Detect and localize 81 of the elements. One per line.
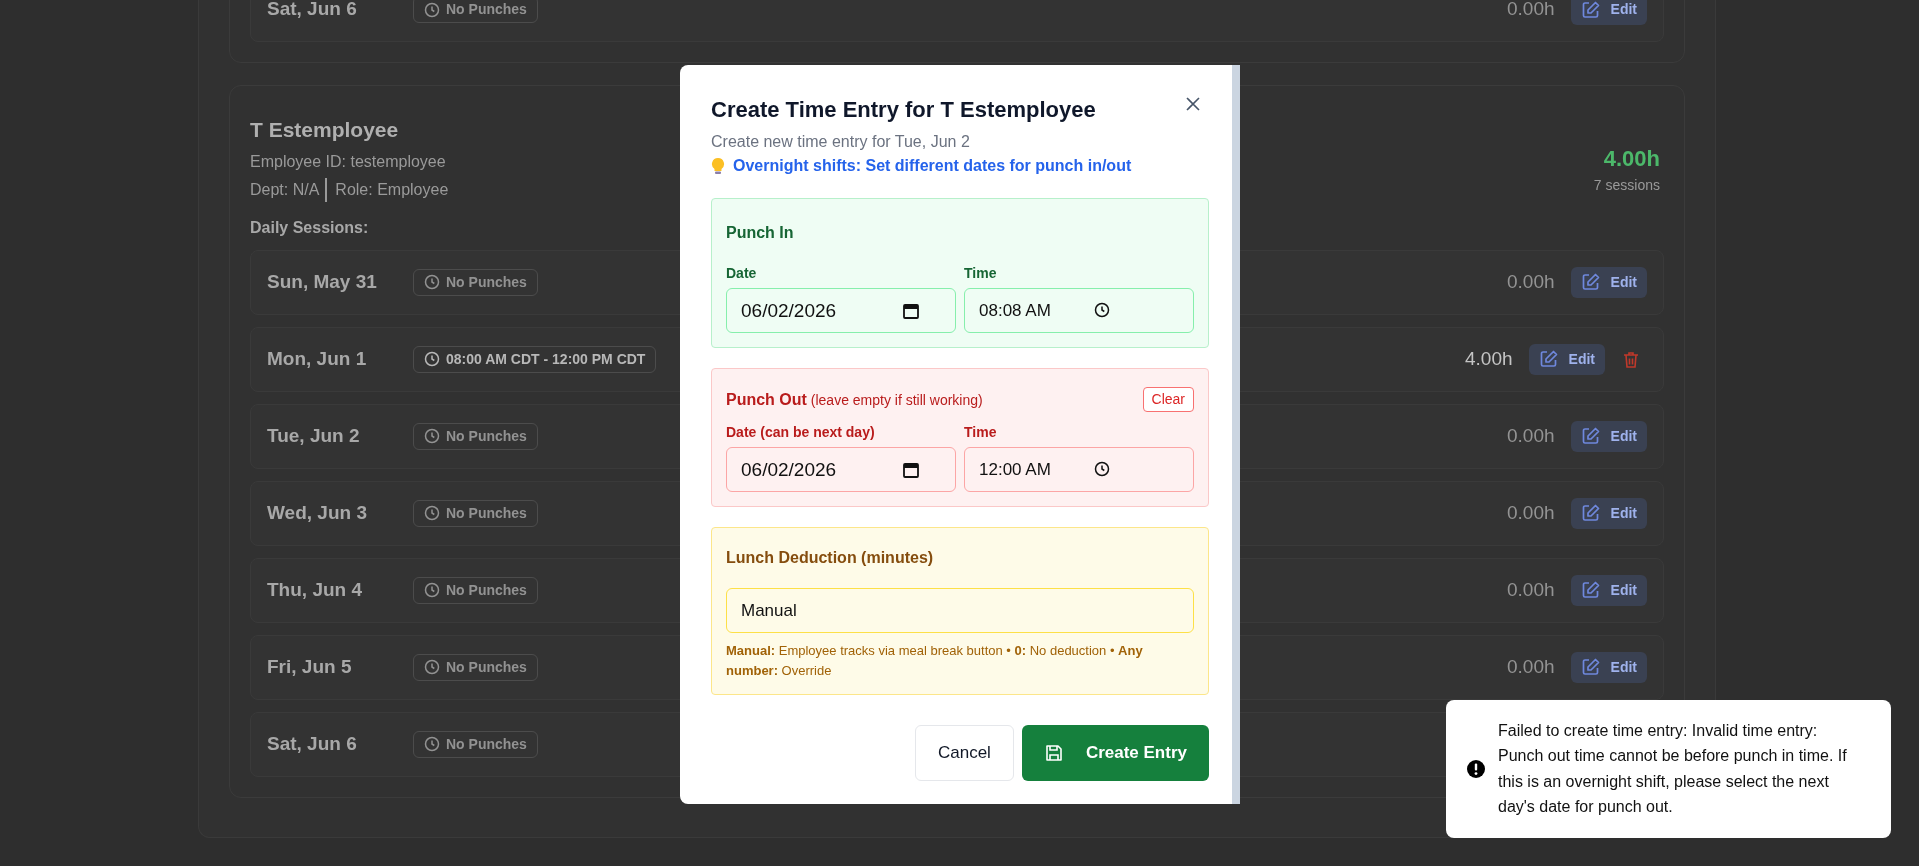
section-title: Lunch Deduction (minutes) bbox=[726, 548, 935, 568]
session-count: 7 sessions bbox=[1593, 176, 1660, 195]
clock-icon bbox=[424, 505, 440, 521]
status-badge: 08:00 AM CDT - 12:00 PM CDT bbox=[413, 345, 657, 373]
clock-icon bbox=[424, 351, 440, 367]
lightbulb-icon bbox=[711, 157, 725, 175]
edit-icon bbox=[1580, 580, 1601, 600]
cancel-button[interactable]: Cancel bbox=[914, 725, 1014, 781]
dialog-title: Create Time Entry for T Estemployee bbox=[711, 96, 1097, 124]
clock-icon bbox=[424, 736, 440, 752]
hours-text: 0.00h bbox=[1507, 269, 1555, 294]
calendar-icon bbox=[902, 461, 920, 479]
field-label: Time bbox=[964, 264, 998, 283]
role-text: Role: Employee bbox=[335, 179, 449, 200]
edit-button[interactable]: Edit bbox=[1570, 497, 1647, 529]
clock-icon bbox=[424, 659, 440, 675]
day-label: Thu, Jun 4 bbox=[267, 577, 363, 602]
field-label: Time bbox=[964, 423, 998, 442]
status-badge: No Punches bbox=[413, 0, 538, 23]
status-badge: No Punches bbox=[413, 576, 538, 604]
total-hours: 4.00h bbox=[1602, 145, 1660, 173]
calendar-icon bbox=[902, 302, 920, 320]
edit-button[interactable]: Edit bbox=[1528, 343, 1605, 375]
status-badge: No Punches bbox=[413, 653, 538, 681]
edit-icon bbox=[1580, 657, 1601, 677]
clock-icon bbox=[1094, 461, 1110, 477]
hours-text: 4.00h bbox=[1465, 346, 1513, 371]
time-field[interactable]: 08:08 AM bbox=[964, 288, 1194, 333]
error-message: Failed to create time entry: Invalid time entry: Punch out time cannot be before punch in time. If this is an overnight shift, please select the next day's date for punch out. bbox=[1498, 720, 1848, 818]
clock-icon bbox=[424, 1, 440, 18]
status-badge: No Punches bbox=[413, 268, 538, 296]
lunch-input[interactable]: Manual bbox=[726, 588, 1194, 633]
status-badge: No Punches bbox=[413, 422, 538, 450]
time-field[interactable]: 12:00 AM bbox=[964, 447, 1194, 492]
date-field[interactable]: 06/02/2026 bbox=[726, 288, 956, 333]
hours-text: 0.00h bbox=[1507, 500, 1555, 525]
help-text: Manual: Employee tracks via meal break button • 0: No deduction • Any number: Override bbox=[726, 642, 1144, 680]
edit-button[interactable]: Edit bbox=[1570, 651, 1647, 683]
day-label: Tue, Jun 2 bbox=[267, 423, 361, 448]
employee-id: Employee ID: testemployee bbox=[250, 151, 447, 172]
edit-button[interactable]: Edit bbox=[1570, 266, 1647, 298]
edit-icon bbox=[1580, 503, 1601, 523]
field-label: Date (can be next day) bbox=[726, 423, 876, 442]
day-label: Fri, Jun 5 bbox=[267, 654, 353, 679]
day-label: Sun, May 31 bbox=[267, 269, 378, 294]
clock-icon bbox=[1094, 302, 1110, 318]
section-label: Daily Sessions: bbox=[250, 217, 369, 238]
error-icon bbox=[1466, 758, 1486, 779]
status-badge: No Punches bbox=[413, 499, 538, 527]
clock-icon bbox=[424, 582, 440, 598]
overnight-tip: Overnight shifts: Set different dates for punch in/out bbox=[733, 156, 1132, 176]
department-text: Dept: N/A bbox=[250, 177, 328, 202]
field-label: Date bbox=[726, 264, 758, 283]
dialog-subtitle: Create new time entry for Tue, Jun 2 bbox=[711, 132, 971, 152]
section-title: Punch Out (leave empty if still working) bbox=[726, 389, 983, 410]
day-label: Sat, Jun 6 bbox=[267, 0, 358, 22]
hours-text: 0.00h bbox=[1507, 0, 1555, 22]
edit-icon bbox=[1580, 426, 1601, 446]
edit-icon bbox=[1580, 0, 1601, 20]
edit-button[interactable]: Edit bbox=[1570, 420, 1647, 452]
edit-icon bbox=[1580, 272, 1601, 292]
day-label: Sat, Jun 6 bbox=[267, 731, 358, 756]
hours-text: 0.00h bbox=[1507, 577, 1555, 602]
employee-name: T Estemployee bbox=[250, 117, 400, 143]
create-entry-button[interactable]: Create Entry bbox=[1021, 725, 1209, 781]
trash-icon bbox=[1621, 349, 1641, 370]
status-badge: No Punches bbox=[413, 730, 538, 758]
clock-icon bbox=[424, 428, 440, 444]
day-label: Wed, Jun 3 bbox=[267, 500, 368, 525]
day-label: Mon, Jun 1 bbox=[267, 346, 368, 371]
edit-button[interactable]: Edit bbox=[1570, 574, 1647, 606]
save-icon bbox=[1043, 743, 1064, 763]
date-field[interactable]: 06/02/2026 bbox=[726, 447, 956, 492]
clock-icon bbox=[424, 274, 440, 290]
close-icon bbox=[1186, 96, 1200, 111]
section-title: Punch In bbox=[726, 223, 794, 243]
hours-text: 0.00h bbox=[1507, 654, 1555, 679]
hours-text: 0.00h bbox=[1507, 423, 1555, 448]
edit-button[interactable]: Edit bbox=[1570, 0, 1647, 25]
clear-button[interactable]: Clear bbox=[1142, 387, 1194, 412]
edit-icon bbox=[1538, 349, 1559, 369]
